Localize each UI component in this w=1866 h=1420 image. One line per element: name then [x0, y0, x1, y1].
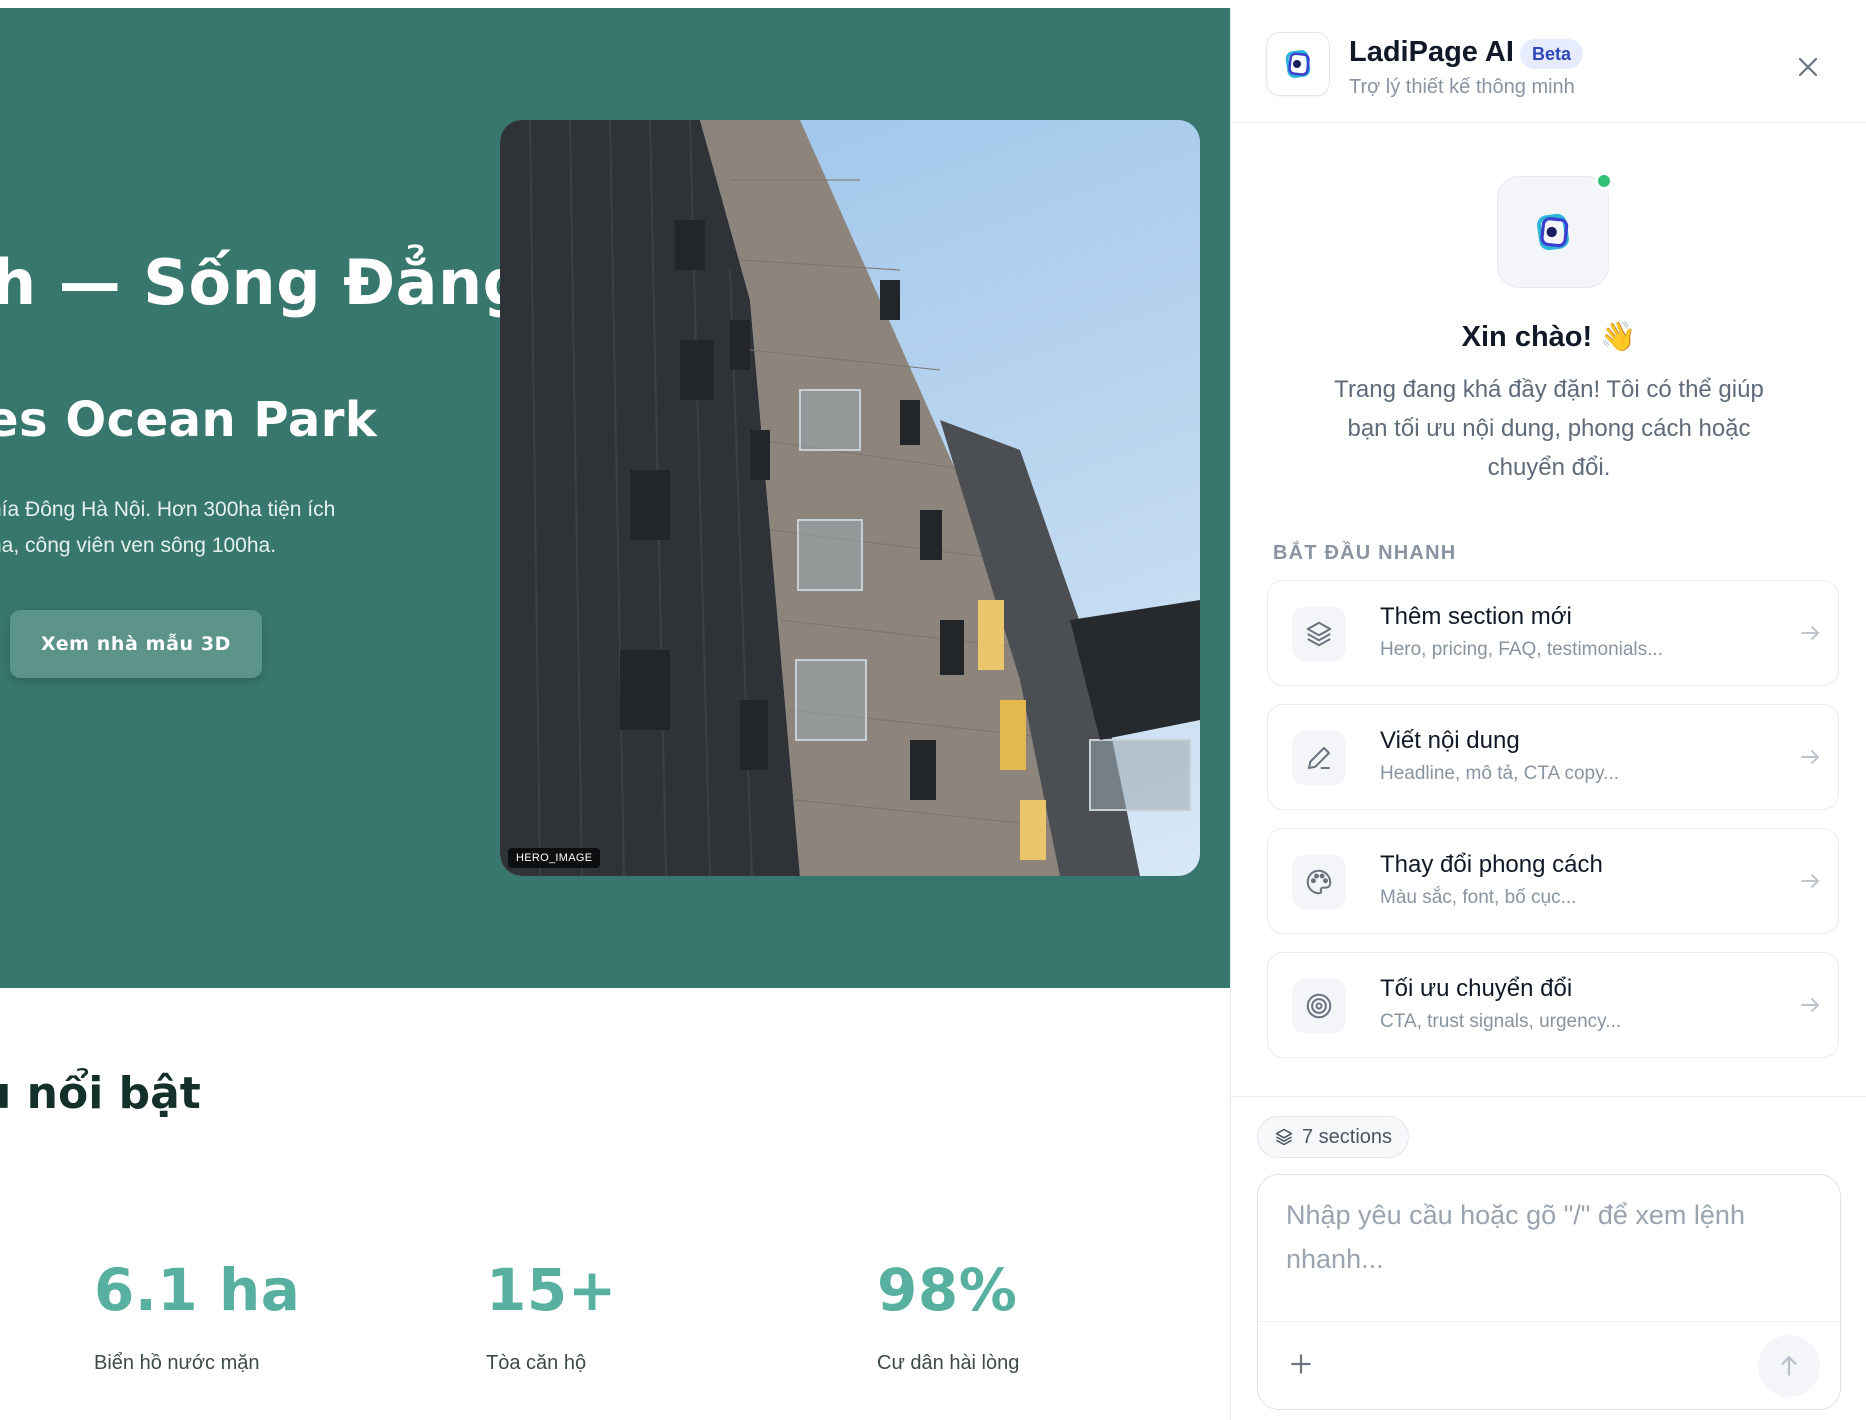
- arrow-right-icon: [1801, 750, 1820, 764]
- stat-item[interactable]: 98% Cư dân hài lòng: [877, 1256, 1019, 1375]
- greeting-text: Xin chào! 👋: [1461, 321, 1637, 353]
- palette-icon: [1292, 855, 1346, 909]
- app-title: LadiPage AI: [1349, 36, 1514, 68]
- quick-item-title: Viết nội dung: [1380, 727, 1520, 754]
- prompt-input[interactable]: [1258, 1175, 1840, 1313]
- ladipage-logo-icon: [1266, 32, 1330, 96]
- sections-count-chip[interactable]: 7 sections: [1257, 1116, 1410, 1158]
- hero-image[interactable]: HERO_IMAGE: [500, 120, 1200, 876]
- beta-badge: Beta: [1520, 39, 1584, 69]
- hero-description[interactable]: hía Đông Hà Nội. Hơn 300ha tiện ích ha, …: [0, 492, 410, 564]
- stat-label: Tòa căn hộ: [486, 1352, 587, 1374]
- composer-separator: [1258, 1321, 1840, 1322]
- ai-assistant-panel: LadiPage AI Beta Trợ lý thiết kế thông m…: [1230, 8, 1866, 1420]
- stat-item[interactable]: 6.1 ha Biển hồ nước mặn: [94, 1256, 300, 1375]
- quick-start-label: BẮT ĐẦU NHANH: [1273, 542, 1457, 564]
- quick-write-content-button[interactable]: Viết nội dung Headline, mô tả, CTA copy.…: [1267, 704, 1839, 810]
- arrow-right-icon: [1801, 874, 1820, 888]
- stat-value: 6.1 ha: [94, 1256, 301, 1324]
- intro-line: Trang đang khá đầy đặn! Tôi có thể giúp: [1334, 376, 1764, 403]
- plus-icon: [1291, 1354, 1311, 1374]
- hero-title[interactable]: h — Sống Đẳng: [0, 246, 527, 319]
- send-button[interactable]: [1758, 1335, 1820, 1397]
- image-placeholder-tag: HERO_IMAGE: [508, 848, 601, 868]
- quick-item-description: Màu sắc, font, bố cục...: [1380, 887, 1577, 908]
- intro-line: chuyển đổi.: [1487, 454, 1611, 481]
- panel-header: LadiPage AI Beta Trợ lý thiết kế thông m…: [1231, 8, 1866, 123]
- view-3d-model-button[interactable]: Xem nhà mẫu 3D: [10, 610, 262, 678]
- composer-divider: [1231, 1096, 1866, 1097]
- quick-item-description: CTA, trust signals, urgency...: [1380, 1011, 1622, 1032]
- intro-line: bạn tối ưu nội dung, phong cách hoặc: [1347, 415, 1751, 442]
- hero-subtitle[interactable]: es Ocean Park: [0, 392, 377, 448]
- target-icon: [1292, 979, 1346, 1033]
- page-canvas: h — Sống Đẳng es Ocean Park hía Đông Hà …: [0, 8, 1230, 1420]
- hero-description-line: hía Đông Hà Nội. Hơn 300ha tiện ích: [0, 498, 336, 521]
- building-illustration: [500, 120, 1200, 876]
- intro-text: Trang đang khá đầy đặn! Tôi có thể giúp …: [1311, 370, 1787, 487]
- layers-icon: [1292, 607, 1346, 661]
- assistant-avatar: [1497, 176, 1609, 288]
- close-icon: [1798, 57, 1818, 77]
- quick-item-title: Thay đổi phong cách: [1380, 851, 1603, 878]
- quick-add-section-button[interactable]: Thêm section mới Hero, pricing, FAQ, tes…: [1267, 580, 1839, 686]
- layers-icon: [1275, 1128, 1293, 1146]
- app-subtitle: Trợ lý thiết kế thông minh: [1349, 76, 1575, 98]
- stat-value: 15+: [486, 1256, 617, 1324]
- quick-change-style-button[interactable]: Thay đổi phong cách Màu sắc, font, bố cụ…: [1267, 828, 1839, 934]
- quick-item-title: Tối ưu chuyển đổi: [1380, 975, 1573, 1002]
- stat-item[interactable]: 15+ Tòa căn hộ: [486, 1256, 617, 1375]
- stat-label: Biển hồ nước mặn: [94, 1352, 260, 1374]
- add-attachment-button[interactable]: [1284, 1347, 1318, 1381]
- sections-count-label: 7 sections: [1302, 1125, 1393, 1148]
- features-title[interactable]: u nổi bật: [0, 1068, 201, 1119]
- stat-label: Cư dân hài lòng: [877, 1352, 1020, 1374]
- stat-value: 98%: [877, 1256, 1018, 1324]
- quick-optimize-conversion-button[interactable]: Tối ưu chuyển đổi CTA, trust signals, ur…: [1267, 952, 1839, 1058]
- quick-item-description: Hero, pricing, FAQ, testimonials...: [1380, 639, 1663, 660]
- hero-section[interactable]: h — Sống Đẳng es Ocean Park hía Đông Hà …: [0, 8, 1230, 988]
- close-button[interactable]: [1791, 50, 1825, 84]
- pencil-icon: [1292, 731, 1346, 785]
- arrow-up-icon: [1781, 1356, 1797, 1376]
- quick-item-description: Headline, mô tả, CTA copy...: [1380, 763, 1620, 784]
- online-status-dot: [1595, 172, 1613, 190]
- hero-description-line: ha, công viên ven sông 100ha.: [0, 534, 277, 557]
- arrow-right-icon: [1801, 626, 1820, 640]
- message-composer: [1257, 1174, 1841, 1410]
- arrow-right-icon: [1801, 998, 1820, 1012]
- ladipage-logo-icon: [1537, 213, 1569, 251]
- quick-item-title: Thêm section mới: [1380, 603, 1572, 630]
